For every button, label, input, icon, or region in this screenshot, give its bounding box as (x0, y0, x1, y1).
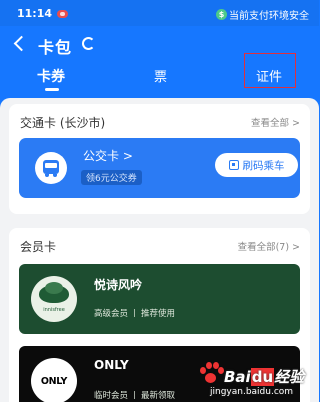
loading-spinner-icon (82, 37, 95, 50)
transit-card-section: 交通卡 (长沙市) 查看全部 > 公交卡 > 领6元公交券 刷码乘车 (9, 104, 310, 214)
member-card-innisfree[interactable]: innisfree 悦诗风吟 高级会员 推荐使用 (19, 264, 300, 334)
secure-text: 当前支付环境安全 (229, 11, 309, 22)
status-time: 11:14 (17, 7, 53, 20)
annotation-highlight-box (244, 53, 296, 88)
bus-card-name: 公交卡 > (83, 149, 133, 163)
bus-coupon-badge[interactable]: 领6元公交券 (81, 170, 142, 185)
qr-code-icon (228, 160, 239, 170)
member-card-meta: 临时会员 最新领取 (94, 389, 175, 401)
baidu-paw-icon (198, 362, 224, 386)
scan-to-ride-label: 刷码乘车 (242, 159, 285, 172)
member-card-name: 悦诗风吟 (94, 278, 143, 292)
innisfree-logo-text: innisfree (43, 307, 65, 313)
tab-tickets[interactable]: 票 (154, 66, 167, 85)
member-view-all-link[interactable]: 查看全部(7) > (238, 239, 300, 253)
member-card-tag: 推荐使用 (141, 309, 176, 319)
member-card-name: ONLY (94, 358, 129, 372)
active-tab-indicator (45, 88, 59, 91)
transit-view-all-link[interactable]: 查看全部 > (251, 115, 300, 129)
scan-to-ride-button[interactable]: 刷码乘车 (215, 153, 298, 177)
tab-coupons[interactable]: 卡券 (37, 66, 65, 86)
status-bar: 11:14 $ 当前支付环境安全 (0, 0, 319, 26)
payment-security-status: $ 当前支付环境安全 (216, 7, 309, 22)
member-card-tag: 最新领取 (141, 391, 176, 401)
watermark-brand: Baidu经验 (224, 368, 305, 386)
only-logo-icon: ONLY (31, 358, 77, 402)
member-level: 高级会员 (94, 309, 129, 319)
baidu-jingyan-watermark: Baidu经验 jingyan.baidu.com (196, 360, 314, 398)
page-title: 卡包 (38, 38, 73, 57)
member-level: 临时会员 (94, 391, 129, 401)
member-section-title: 会员卡 (20, 240, 57, 254)
innisfree-logo-icon: innisfree (31, 276, 77, 322)
bus-icon (35, 152, 67, 184)
dollar-shield-icon: $ (216, 9, 227, 20)
recording-icon (57, 10, 68, 18)
back-arrow-icon[interactable] (11, 34, 29, 54)
transit-section-title: 交通卡 (长沙市) (20, 116, 106, 130)
watermark-url: jingyan.baidu.com (210, 387, 294, 397)
bus-card[interactable]: 公交卡 > 领6元公交券 刷码乘车 (19, 138, 300, 198)
member-card-meta: 高级会员 推荐使用 (94, 307, 175, 319)
